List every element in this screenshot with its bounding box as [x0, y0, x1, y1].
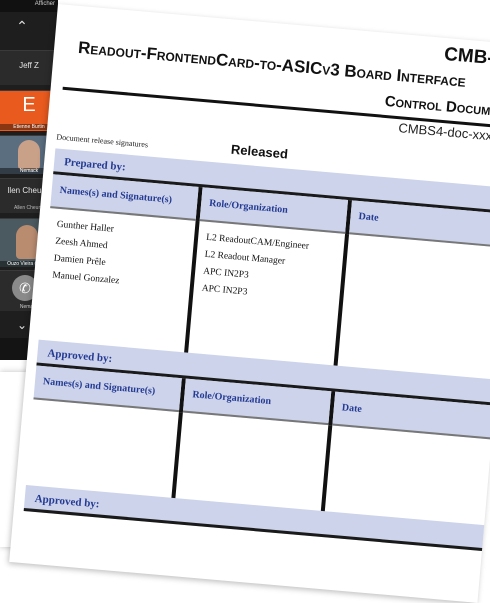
document-page: CMB-S4 Readout-FrontendCard-to-ASICv3 Bo… [9, 4, 490, 603]
participant-video [18, 140, 40, 170]
names-cell: Gunther Haller Zeesh Ahmed Damien Prêle … [38, 208, 200, 359]
participant-name: Jeff Z [19, 61, 39, 70]
roles-cell: L2 ReadoutCAM/Engineer L2 Readout Manage… [187, 221, 350, 372]
release-signatures-label: Document release signatures [56, 132, 149, 150]
document-title: Readout-FrontendCard-to-ASICv3 Board Int… [77, 37, 467, 91]
release-status: Released [230, 141, 289, 162]
call-top-bar: Afficher [0, 0, 58, 12]
participant-video [16, 225, 38, 259]
date-cell [337, 234, 490, 385]
show-label[interactable]: Afficher [35, 1, 55, 7]
chevron-up-icon[interactable]: ⌃ [14, 18, 30, 34]
chevron-down-icon[interactable]: ⌄ [14, 318, 30, 332]
participant-tile[interactable]: Jeff Z [0, 50, 58, 85]
document-code: CMB-S4 [443, 43, 490, 72]
